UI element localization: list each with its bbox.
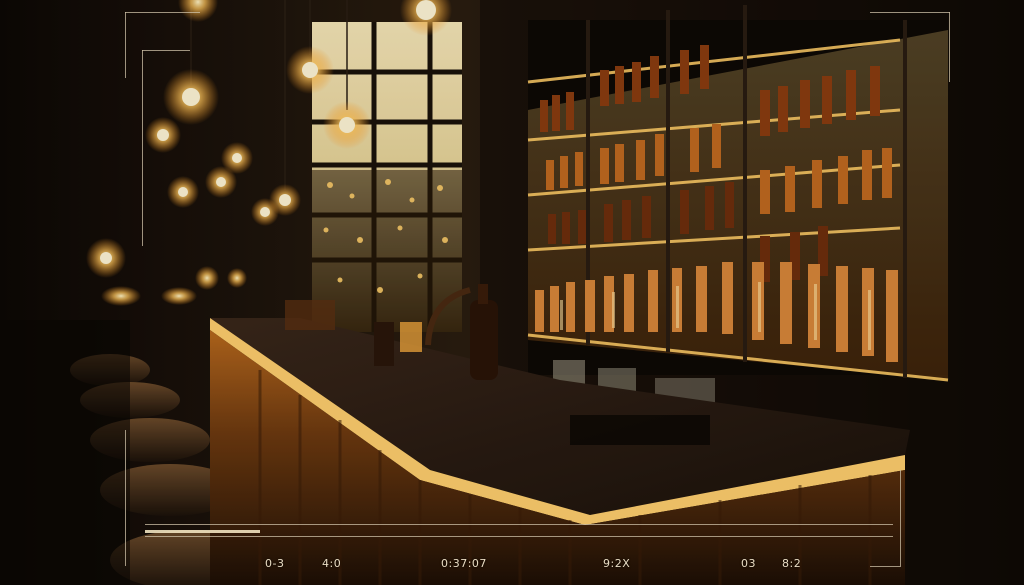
bar-illustration	[0, 0, 1024, 585]
bar-scene: 0-3 4:0 0:37:07 9:2X 03 8:2	[0, 0, 1024, 585]
